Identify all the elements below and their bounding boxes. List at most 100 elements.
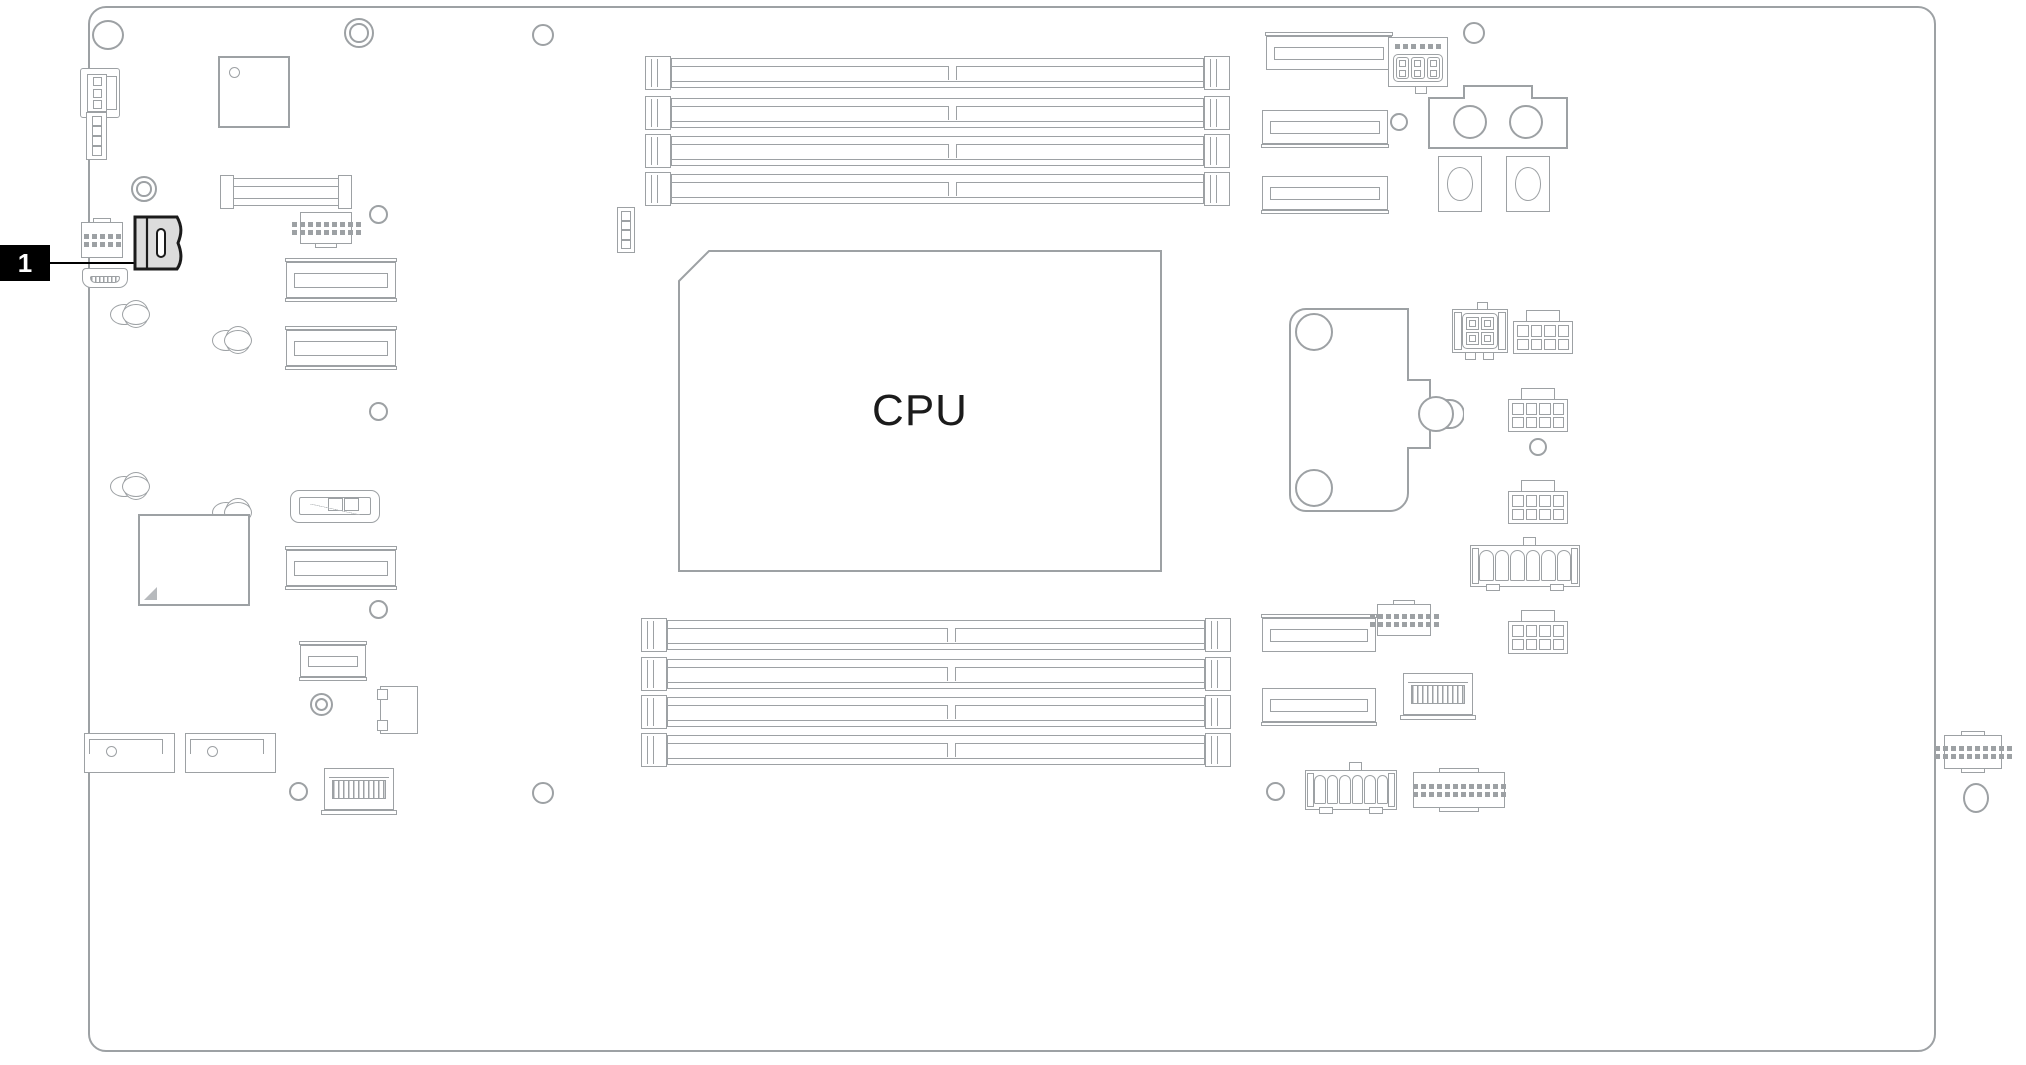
diagram-canvas: 1 CPU <box>0 0 2026 1065</box>
ribbon-foot <box>1400 715 1476 720</box>
power-connector-grid-1[interactable] <box>1513 310 1573 354</box>
pin-header-2x10[interactable] <box>291 212 361 248</box>
dimm-latch-right[interactable] <box>1205 733 1231 767</box>
callout-badge-1[interactable]: 1 <box>0 245 50 281</box>
mounting-hole <box>289 782 308 801</box>
dimm-latch-right[interactable] <box>1205 657 1231 691</box>
dimm-body <box>667 659 1205 689</box>
dimm-latch-left[interactable] <box>645 56 671 90</box>
mounting-hole <box>369 205 388 224</box>
dimm-latch-right[interactable] <box>1204 96 1230 130</box>
connector-nub <box>106 746 118 757</box>
expansion-slot-r3[interactable] <box>1261 176 1389 214</box>
pin-header-2x11-right[interactable] <box>1934 731 2012 773</box>
power-connector-12pin-bottom[interactable] <box>1305 762 1397 814</box>
connector-body <box>1508 621 1568 654</box>
expansion-slot-2[interactable] <box>285 326 397 370</box>
cpu-label: CPU <box>872 386 968 435</box>
expansion-slot-r2[interactable] <box>1261 110 1389 148</box>
pin-header-2x13-bottom[interactable] <box>1412 768 1506 812</box>
connector-wing <box>1454 312 1462 350</box>
pin-grid <box>1462 313 1498 349</box>
power-connector-grid-2[interactable] <box>1508 388 1568 432</box>
dimm-latch-right[interactable] <box>1204 134 1230 168</box>
power-connector-4pin[interactable] <box>1452 302 1508 360</box>
mounting-hole <box>1266 782 1285 801</box>
dimm-latch-left[interactable] <box>641 695 667 729</box>
pin-header-2x10-right[interactable] <box>1369 600 1439 636</box>
dimm-latch-left[interactable] <box>645 96 671 130</box>
left-edge-connector-4pin[interactable] <box>80 68 120 118</box>
dimm-latch-left[interactable] <box>645 172 671 206</box>
micro-usb-port[interactable] <box>82 268 128 288</box>
dimm-latch-right[interactable] <box>1205 695 1231 729</box>
pin-cavity-group <box>87 74 107 112</box>
mounting-hole <box>92 20 124 50</box>
ribbon-connector-right[interactable] <box>1400 673 1476 720</box>
card-edge-slot-top[interactable] <box>220 175 352 209</box>
expansion-slot-1[interactable] <box>285 258 397 302</box>
pin-grid <box>1517 325 1569 350</box>
dimm-slot[interactable] <box>641 618 1231 652</box>
connector-side <box>1307 773 1314 807</box>
power-connector-12pin[interactable] <box>1470 537 1580 591</box>
pad-pin <box>377 720 388 731</box>
power-connector-grid-3[interactable] <box>1508 480 1568 524</box>
connector-foot <box>1369 807 1384 814</box>
highlighted-latch-component[interactable] <box>133 215 187 271</box>
dimm-latch-left[interactable] <box>641 657 667 691</box>
connector-ear <box>106 75 117 111</box>
latch-connector-b[interactable] <box>185 733 276 773</box>
dimm-latch-right[interactable] <box>1204 56 1230 90</box>
dimm-key-notch <box>948 106 958 120</box>
power-connector-grid-4[interactable] <box>1508 610 1568 654</box>
ribbon-foot <box>321 810 397 815</box>
dimm-latch-left[interactable] <box>641 618 667 652</box>
power-connector-6pin[interactable] <box>1388 37 1448 94</box>
jumper-header-4pin-left[interactable] <box>86 112 107 160</box>
dimm-slot[interactable] <box>645 56 1230 90</box>
slot-cap <box>285 298 397 302</box>
slot-cap <box>1261 614 1377 618</box>
dimm-key-notch <box>946 743 956 757</box>
header-pin-row <box>83 233 121 239</box>
dimm-slot[interactable] <box>641 695 1231 729</box>
dimm-slot[interactable] <box>645 134 1230 168</box>
dimm-slot[interactable] <box>645 96 1230 130</box>
expansion-slot-r1[interactable] <box>1265 32 1393 70</box>
cpu-socket[interactable]: CPU <box>678 250 1162 572</box>
dimm-slot[interactable] <box>641 657 1231 691</box>
pin-header-left-2x5[interactable] <box>81 218 123 258</box>
connector-lip <box>89 739 163 754</box>
chip-pin1-dot <box>229 67 240 78</box>
mounting-hole <box>1390 113 1408 131</box>
dimm-latch-right[interactable] <box>1204 172 1230 206</box>
dimm-slot[interactable] <box>641 733 1231 767</box>
expansion-slot-3[interactable] <box>285 546 397 590</box>
pad-pin <box>377 689 388 700</box>
latch-connector-a[interactable] <box>84 733 175 773</box>
connector-body <box>1513 321 1573 354</box>
slot-cap <box>1261 144 1389 148</box>
ribbon-connector-bottom-left[interactable] <box>321 768 397 815</box>
header-pin-row <box>1369 613 1439 619</box>
jumper-header-cpu-side[interactable] <box>617 207 635 253</box>
expansion-slot-r4[interactable] <box>1261 614 1377 652</box>
pcie-slot-latched[interactable] <box>290 490 380 523</box>
dimm-latch-right[interactable] <box>1205 618 1231 652</box>
dimm-body <box>671 136 1204 166</box>
header-tab <box>1439 768 1479 773</box>
mount-bracket-dual-hole <box>1428 85 1568 149</box>
expansion-slot-4[interactable] <box>299 641 367 681</box>
dimm-slot[interactable] <box>645 172 1230 206</box>
expansion-slot-r5[interactable] <box>1261 688 1377 726</box>
connector-foot <box>1318 807 1333 814</box>
standoff-block <box>1438 156 1482 212</box>
mounting-hole-ring <box>310 693 333 716</box>
header-tab <box>1960 768 1986 773</box>
dimm-latch-left[interactable] <box>641 733 667 767</box>
dimm-latch-left[interactable] <box>645 134 671 168</box>
connector-side <box>1388 773 1395 807</box>
connector-key <box>1476 302 1488 310</box>
header-pin-row <box>83 241 121 247</box>
